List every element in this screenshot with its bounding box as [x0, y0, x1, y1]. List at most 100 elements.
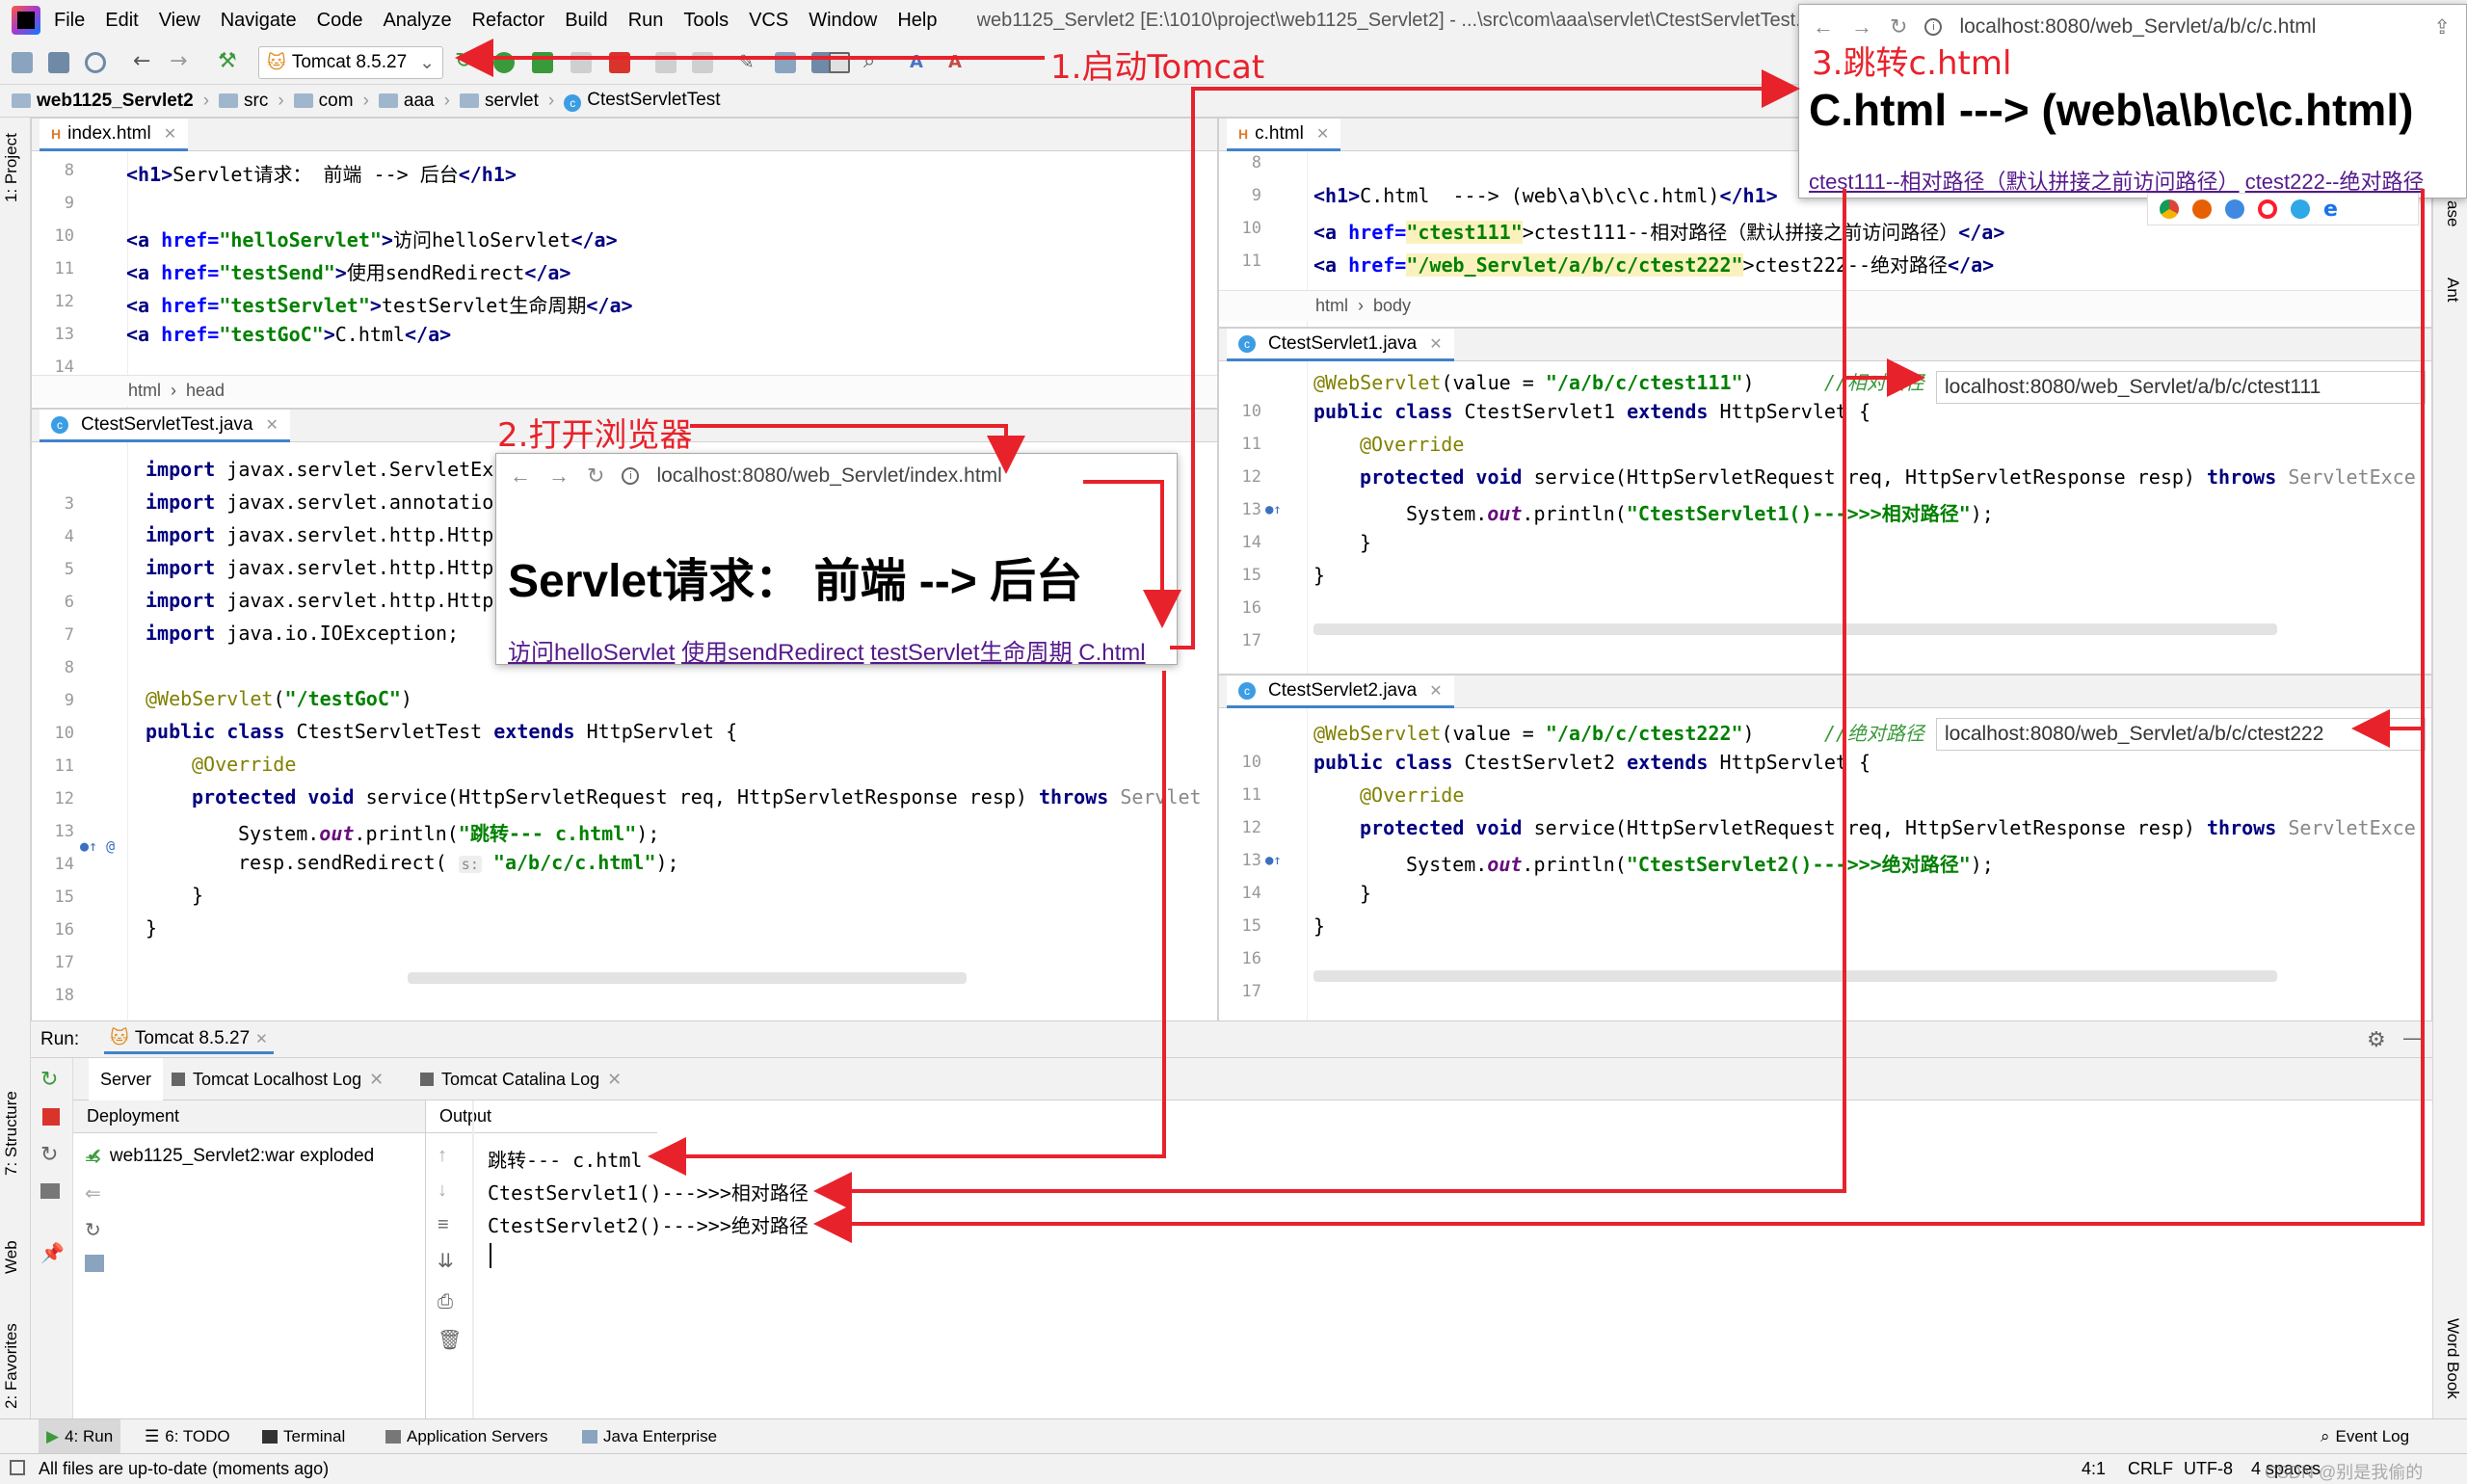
horizontal-scrollbar[interactable]	[408, 972, 967, 984]
override-gutter-icon[interactable]: ●↑	[1265, 502, 1282, 517]
tool-app-servers[interactable]: Application Servers	[385, 1419, 547, 1454]
breadcrumb-src[interactable]: src	[219, 91, 268, 112]
site-info-icon[interactable]: i	[622, 467, 640, 485]
code-line[interactable]: @WebServlet(value = "/a/b/c/ctest222") /…	[1313, 718, 1924, 746]
tool-tab-database[interactable]: ase	[2443, 200, 2462, 226]
link-ctest111[interactable]: ctest111--相对路径（默认拼接之前访问路径）	[1809, 170, 2240, 194]
soft-wrap-icon[interactable]: ≡	[438, 1214, 449, 1236]
url-field[interactable]: localhost:8080/web_Servlet/index.html	[656, 464, 1001, 488]
stop-icon[interactable]	[609, 52, 630, 73]
code-line[interactable]: protected void service(HttpServletReques…	[192, 785, 1202, 808]
coverage-icon[interactable]	[532, 52, 553, 73]
code-line[interactable]: <a href="ctest111">ctest111--相对路径（默认拼接之前…	[1313, 217, 2004, 245]
project-structure-icon[interactable]	[775, 52, 796, 73]
code-line[interactable]: protected void service(HttpServletReques…	[1360, 465, 2416, 489]
code-line[interactable]: <a href="/web_Servlet/a/b/c/ctest222">ct…	[1313, 250, 1994, 278]
code-line[interactable]: @Override	[1360, 433, 1464, 456]
menu-build[interactable]: Build	[565, 10, 607, 32]
tab-ctestservlettest[interactable]: c CtestServletTest.java ✕	[40, 410, 290, 442]
layout-toggle-icon[interactable]	[10, 1460, 25, 1475]
update-icon[interactable]: ↻	[40, 1143, 58, 1167]
share-icon[interactable]: ⇪	[2433, 15, 2451, 40]
menu-help[interactable]: Help	[897, 10, 937, 32]
tab-c-html[interactable]: H c.html ✕	[1227, 119, 1341, 151]
build-hammer-icon[interactable]: ⚒	[218, 51, 239, 73]
forward-icon[interactable]: →	[548, 464, 570, 489]
pin-icon[interactable]: 📌	[40, 1241, 65, 1264]
link-hello-servlet[interactable]: 访问helloServlet	[508, 640, 675, 666]
debug-icon[interactable]	[493, 52, 515, 73]
code-line[interactable]: @WebServlet("/testGoC")	[146, 687, 412, 710]
stop-icon[interactable]	[42, 1108, 60, 1126]
safari-icon[interactable]	[2225, 199, 2244, 219]
tab-ctestservlet1[interactable]: c CtestServlet1.java ✕	[1227, 329, 1454, 361]
undeploy-icon[interactable]: ⇐	[85, 1181, 101, 1205]
scroll-down-icon[interactable]: ↓	[438, 1179, 447, 1202]
tab-ctestservlet2[interactable]: c CtestServlet2.java ✕	[1227, 676, 1454, 708]
scroll-up-icon[interactable]: ↑	[438, 1145, 447, 1167]
menu-run[interactable]: Run	[628, 10, 664, 32]
scroll-end-icon[interactable]: ⇊	[438, 1249, 454, 1273]
link-c-html[interactable]: C.html	[1078, 640, 1145, 666]
layout-icon[interactable]	[40, 1183, 60, 1199]
code-line[interactable]: public class CtestServlet2 extends HttpS…	[1313, 751, 1870, 774]
close-icon[interactable]: ✕	[255, 1030, 268, 1047]
back-icon[interactable]: ←	[510, 464, 531, 489]
tab-catalina-log[interactable]: Tomcat Catalina Log ✕	[420, 1058, 622, 1100]
vcs-update-icon[interactable]	[655, 52, 676, 73]
menu-code[interactable]: Code	[317, 10, 363, 32]
run-config-select[interactable]: 🐱 Tomcat 8.5.27 ⌄	[258, 46, 443, 79]
opera-icon[interactable]	[2258, 199, 2277, 219]
file-encoding[interactable]: UTF-8	[2184, 1459, 2233, 1479]
breadcrumb-com[interactable]: com	[293, 91, 354, 112]
firefox-icon[interactable]	[2192, 199, 2212, 219]
forward-icon[interactable]: →	[170, 51, 191, 73]
menu-analyze[interactable]: Analyze	[383, 10, 451, 32]
code-line[interactable]: @Override	[192, 753, 296, 776]
crumb-body[interactable]: body	[1373, 296, 1411, 316]
horizontal-scrollbar[interactable]	[1313, 970, 2277, 982]
breadcrumb-servlet[interactable]: servlet	[459, 91, 539, 112]
run-config-tab[interactable]: 🐱 Tomcat 8.5.27 ✕	[104, 1025, 274, 1054]
code-line[interactable]: protected void service(HttpServletReques…	[1360, 816, 2416, 839]
crumb-html[interactable]: html	[1315, 296, 1348, 316]
code-line[interactable]: public class CtestServletTest extends Ht…	[146, 720, 737, 743]
code-line[interactable]: }	[1313, 914, 1325, 938]
crumb-html[interactable]: html	[128, 381, 161, 401]
trash-icon[interactable]: 🗑	[438, 1328, 462, 1352]
crumb-head[interactable]: head	[186, 381, 225, 401]
code-line[interactable]: import javax.servlet.http.Http	[146, 589, 493, 612]
back-icon[interactable]: ←	[133, 51, 154, 73]
menu-file[interactable]: File	[54, 10, 85, 32]
tool-tab-structure[interactable]: 7: Structure	[2, 1091, 21, 1176]
tool-tab-ant[interactable]: Ant	[2443, 278, 2462, 303]
code-line[interactable]: import javax.servlet.annotatio	[146, 490, 493, 514]
menu-tools[interactable]: Tools	[683, 10, 729, 32]
code-line[interactable]: public class CtestServlet1 extends HttpS…	[1313, 400, 1870, 423]
override-gutter-icon[interactable]: ●↑ @	[80, 837, 115, 855]
tool-todo[interactable]: ☰ 6: TODO	[145, 1419, 230, 1454]
code-line[interactable]: <a href="testServlet">testServlet生命周期</a…	[126, 290, 633, 318]
link-ctest222[interactable]: ctest222--绝对路径	[2245, 170, 2425, 194]
code-line[interactable]: }	[1313, 564, 1325, 587]
code-line[interactable]: <a href="helloServlet">访问helloServlet</a…	[126, 225, 618, 252]
code-line[interactable]: }	[1360, 531, 1371, 554]
line-separator[interactable]: CRLF	[2128, 1459, 2173, 1479]
horizontal-scrollbar[interactable]	[1313, 623, 2277, 635]
print-icon[interactable]: ⎙	[438, 1291, 453, 1313]
close-icon[interactable]: ✕	[164, 124, 176, 144]
search-icon[interactable]: ⌕	[863, 51, 885, 73]
code-line[interactable]: import javax.servlet.ServletEx	[146, 458, 493, 481]
code-line[interactable]: <a href="testGoC">C.html</a>	[126, 323, 451, 346]
breadcrumb-aaa[interactable]: aaa	[378, 91, 435, 112]
code-line[interactable]: @WebServlet(value = "/a/b/c/ctest111") /…	[1313, 367, 1924, 395]
tool-event-log[interactable]: ⌕ Event Log	[2321, 1419, 2409, 1454]
code-line[interactable]: import javax.servlet.http.Http	[146, 523, 493, 546]
rerun-icon[interactable]: ↻	[40, 1068, 58, 1092]
close-icon[interactable]: ✕	[1429, 334, 1442, 354]
close-icon[interactable]: ✕	[607, 1070, 622, 1090]
open-folder-icon[interactable]	[12, 52, 33, 73]
code-line[interactable]: System.out.println("跳转--- c.html");	[238, 818, 659, 846]
ie-icon[interactable]: e	[2323, 198, 2338, 222]
tool-tab-web[interactable]: Web	[2, 1240, 21, 1274]
